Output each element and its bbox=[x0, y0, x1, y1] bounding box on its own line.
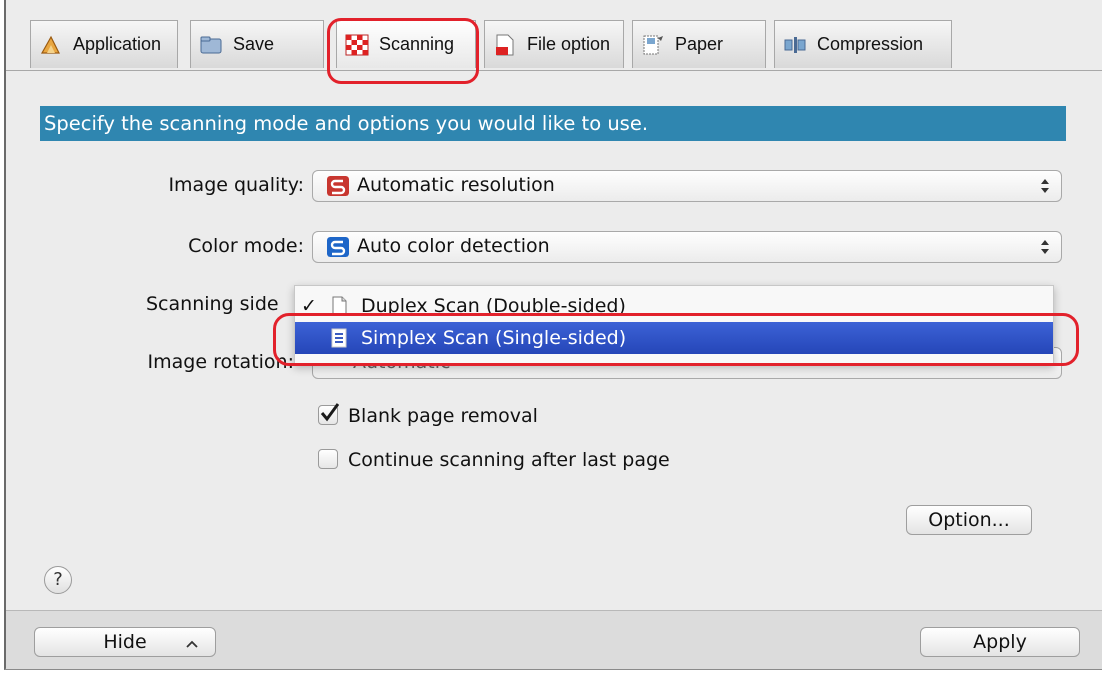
tab-divider bbox=[6, 70, 1102, 71]
simplex-option-highlight bbox=[273, 313, 1079, 366]
apply-button[interactable]: Apply bbox=[920, 627, 1080, 657]
scansnap-icon bbox=[327, 176, 349, 196]
image-rotation-label: Image rotation: bbox=[147, 351, 294, 373]
scanning-side-label: Scanning side bbox=[146, 293, 279, 315]
save-icon bbox=[200, 36, 222, 53]
image-quality-value: Automatic resolution bbox=[357, 174, 555, 196]
tab-save[interactable]: Save bbox=[190, 20, 324, 68]
tab-label: File option bbox=[527, 34, 611, 54]
continue-scanning-label: Continue scanning after last page bbox=[348, 449, 670, 471]
help-icon: ? bbox=[53, 569, 63, 590]
tab-label: Compression bbox=[817, 34, 924, 54]
tab-file-option[interactable]: File option bbox=[484, 20, 624, 68]
option-button[interactable]: Option... bbox=[906, 505, 1032, 535]
color-mode-label: Color mode: bbox=[188, 235, 304, 257]
settings-window: Application Save Scanning File option Pa… bbox=[4, 0, 1102, 670]
hide-button-label: Hide bbox=[103, 631, 147, 653]
updown-arrows-icon bbox=[1041, 179, 1049, 193]
color-mode-value: Auto color detection bbox=[357, 235, 550, 257]
blank-page-removal-label: Blank page removal bbox=[348, 405, 538, 427]
bottom-bar: Hide Apply bbox=[6, 610, 1102, 669]
tab-compression[interactable]: Compression bbox=[774, 20, 952, 68]
file-option-icon bbox=[496, 34, 514, 55]
hide-button[interactable]: Hide bbox=[34, 627, 216, 657]
help-button[interactable]: ? bbox=[44, 566, 72, 594]
color-detection-icon bbox=[327, 237, 349, 257]
tab-label: Application bbox=[73, 34, 162, 54]
chevron-up-icon bbox=[186, 640, 198, 648]
compression-icon bbox=[784, 36, 806, 53]
tab-bar: Application Save Scanning File option Pa… bbox=[6, 0, 1102, 72]
paper-icon bbox=[643, 35, 663, 54]
tab-label: Paper bbox=[675, 34, 724, 54]
scanning-tab-highlight bbox=[327, 18, 479, 84]
tab-paper[interactable]: Paper bbox=[632, 20, 766, 68]
updown-arrows-icon bbox=[1041, 240, 1049, 254]
checkmark-icon bbox=[320, 403, 339, 422]
section-banner: Specify the scanning mode and options yo… bbox=[40, 106, 1066, 141]
continue-scanning-checkbox[interactable] bbox=[318, 449, 338, 469]
color-mode-select[interactable]: Auto color detection bbox=[312, 231, 1062, 263]
application-icon bbox=[40, 35, 60, 54]
tab-label: Save bbox=[233, 34, 275, 54]
image-quality-select[interactable]: Automatic resolution bbox=[312, 170, 1062, 202]
tab-application[interactable]: Application bbox=[30, 20, 178, 68]
image-quality-label: Image quality: bbox=[168, 174, 304, 196]
blank-page-removal-checkbox[interactable] bbox=[318, 403, 339, 425]
